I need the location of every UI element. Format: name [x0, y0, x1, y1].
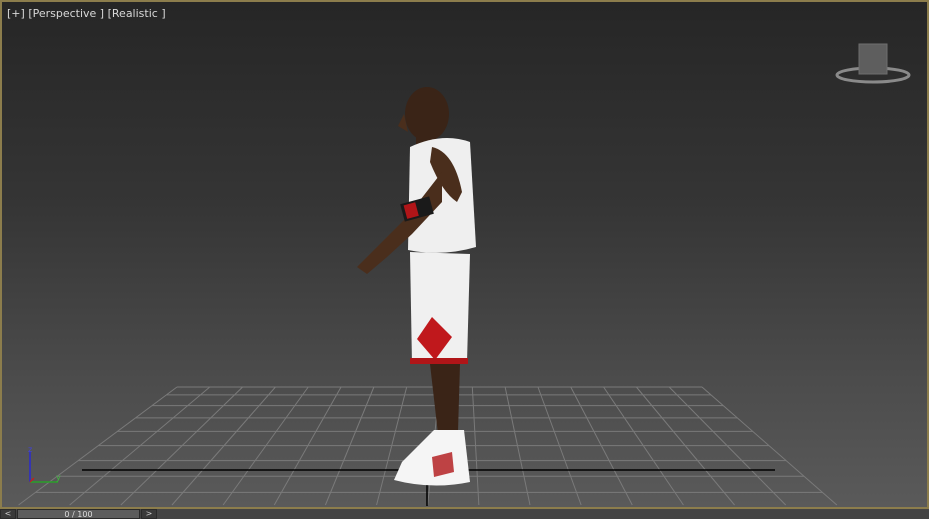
axis-z-label: z: [28, 445, 32, 454]
viewport-label-menu: [+] [Perspective ] [Realistic ]: [7, 7, 166, 20]
next-frame-button[interactable]: >: [141, 509, 157, 519]
viewport-menu-view[interactable]: [Perspective ]: [28, 7, 104, 20]
viewport-menu-plus[interactable]: [+]: [7, 7, 25, 20]
viewport-menu-shading[interactable]: [Realistic ]: [108, 7, 166, 20]
time-slider-bar: < 0 / 100 >: [0, 509, 929, 519]
axis-tripod-icon: z y: [28, 445, 61, 483]
basketball-player-model: [357, 87, 476, 486]
axis-y-label: y: [56, 473, 61, 482]
viewcube[interactable]: [834, 42, 912, 87]
scene: [18, 87, 838, 506]
prev-frame-button[interactable]: <: [0, 509, 16, 519]
time-slider[interactable]: 0 / 100: [17, 509, 140, 519]
perspective-viewport[interactable]: [+] [Perspective ] [Realistic ] z y: [0, 0, 929, 509]
viewcube-cube: [858, 43, 888, 75]
